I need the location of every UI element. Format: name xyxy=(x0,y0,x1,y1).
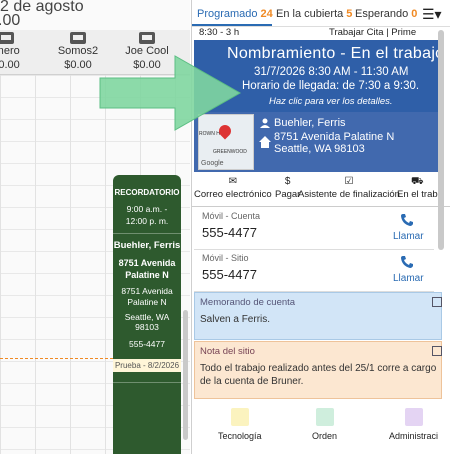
tab-on-deck[interactable]: En la cubierta 5 xyxy=(276,8,352,20)
appointment-street: 8751 Avenida Palatine N xyxy=(118,258,176,280)
tab-label: Programado xyxy=(197,8,258,20)
phone-icon[interactable] xyxy=(400,213,414,227)
on-the-job-button[interactable]: ⛟ En el trab xyxy=(397,176,438,202)
action-label: Asistente de finalización xyxy=(298,189,400,200)
tab-label: En la cubierta xyxy=(276,8,344,20)
bottom-note-tabs: Tecnología Orden Administraci xyxy=(192,405,450,454)
bottom-label: Tecnología xyxy=(218,431,262,441)
phone-label: Móvil - Sitio xyxy=(202,253,249,263)
email-button[interactable]: ✉ Correo electrónico xyxy=(194,176,272,202)
phone-icon[interactable] xyxy=(400,255,414,269)
appointment-phone: 555-4477 xyxy=(129,339,165,349)
phone-row-site: Móvil - Sitio 555-4477 Llamar xyxy=(194,249,434,292)
person-icon xyxy=(260,118,270,128)
phone-row-account: Móvil - Cuenta 555-4477 Llamar xyxy=(194,207,434,250)
action-bar: ✉ Correo electrónico $ Pagar ☑ Asistente de… xyxy=(192,174,450,207)
truck-icon: ⛟ xyxy=(411,176,424,187)
tab-scheduled[interactable]: Programado 24 xyxy=(197,8,273,20)
account-memo: Memorando de cuenta Salven a Ferris. xyxy=(194,292,442,340)
green-arrow-icon xyxy=(99,55,242,131)
appointment-card[interactable]: RECORDATORIO 9:00 a.m. - 12:00 p. m. Bue… xyxy=(113,175,181,454)
job-details-hint: Haz clic para ver los detalles. xyxy=(269,96,393,107)
action-label: Pagar xyxy=(275,189,301,200)
memo-heading: Memorando de cuenta xyxy=(200,297,296,308)
truck-amount: $0.00 xyxy=(0,59,20,71)
tab-label: Esperando xyxy=(355,8,409,20)
appointment-customer: Buehler, Ferris xyxy=(113,240,181,251)
calendar-scrollbar[interactable] xyxy=(183,310,188,440)
status-tabs: Programado 24 En la cubierta 5 Esperando 0 … xyxy=(192,0,450,27)
call-button[interactable]: Llamar xyxy=(393,231,424,242)
tab-waiting[interactable]: Esperando 0 xyxy=(355,8,417,20)
phone-number: 555-4477 xyxy=(202,267,257,282)
calendar-total-amount: .00 xyxy=(0,12,21,29)
tech-notes-button[interactable]: Tecnología xyxy=(218,408,262,441)
edit-icon[interactable] xyxy=(432,297,442,307)
appointment-label: RECORDATORIO xyxy=(114,188,180,197)
note-icon xyxy=(404,408,423,426)
bottom-label: Orden xyxy=(312,431,338,441)
customer-address-line1[interactable]: 8751 Avenida Palatine N xyxy=(274,131,394,143)
calendar-check-icon: ☑ xyxy=(344,176,354,187)
appointment-city: Seattle, WA 98103 xyxy=(124,312,170,332)
tab-count: 24 xyxy=(260,8,273,20)
truck-column-1[interactable]: imero $0.00 xyxy=(0,32,36,72)
home-icon xyxy=(259,136,271,148)
map-area-label: GREENWOOD xyxy=(213,149,247,155)
tab-count: 0 xyxy=(411,8,418,20)
panel-scrollbar[interactable] xyxy=(438,30,444,250)
site-note: Nota del sitio Todo el trabajo realizado… xyxy=(194,341,442,399)
truck-icon xyxy=(0,32,14,44)
job-title: Nombramiento - En el trabajo xyxy=(227,45,445,62)
admin-notes-button[interactable]: Administraci xyxy=(389,408,438,441)
action-label: En el trab xyxy=(397,189,438,200)
appointment-tag: Prueba - 8/2/2026 xyxy=(113,359,181,372)
memo-body: Salven a Ferris. xyxy=(200,314,271,325)
note-icon xyxy=(315,408,334,426)
pay-button[interactable]: $ Pagar xyxy=(275,176,300,202)
job-date: 31/7/2026 8:30 AM - 11:30 AM xyxy=(254,66,409,78)
customer-address-line2[interactable]: Seattle, WA 98103 xyxy=(274,143,365,155)
completion-wizard-button[interactable]: ☑ Asistente de finalización xyxy=(298,176,400,202)
appointment-time: 9:00 a.m. - 12:00 p. m. xyxy=(125,204,169,226)
dollar-icon: $ xyxy=(284,176,291,187)
action-label: Correo electrónico xyxy=(194,189,272,200)
note-icon xyxy=(230,408,249,426)
truck-icon xyxy=(139,32,155,44)
edit-icon[interactable] xyxy=(432,346,442,356)
appointment-divider-bottom xyxy=(113,382,181,383)
truck-icon xyxy=(70,32,86,44)
map-brand-label: Google xyxy=(201,160,224,167)
hamburger-menu-icon[interactable]: ☰▾ xyxy=(422,6,442,23)
appointment-street-small: 8751 Avenida Palatine N xyxy=(121,286,173,307)
bottom-label: Administraci xyxy=(389,431,439,441)
site-note-heading: Nota del sitio xyxy=(200,346,255,357)
call-button[interactable]: Llamar xyxy=(393,273,424,284)
appointment-duration: 8:30 - 3 h xyxy=(199,27,240,38)
truck-name: imero xyxy=(0,45,20,57)
customer-name[interactable]: Buehler, Ferris xyxy=(274,117,346,129)
job-arrival-window: Horario de llegada: de 7:30 a 9:30. xyxy=(242,80,420,92)
active-tab-indicator xyxy=(192,24,272,26)
tab-count: 5 xyxy=(346,8,353,20)
order-notes-button[interactable]: Orden xyxy=(312,408,337,441)
envelope-icon: ✉ xyxy=(228,176,237,187)
appointment-divider xyxy=(113,233,181,234)
phone-number: 555-4477 xyxy=(202,225,257,240)
appointment-subbar: 8:30 - 3 h Trabajar Cita | Prime xyxy=(192,27,450,39)
phone-label: Móvil - Cuenta xyxy=(202,211,261,221)
current-time-line xyxy=(0,358,113,359)
appointment-type: Trabajar Cita | Prime xyxy=(329,27,417,38)
site-note-body: Todo el trabajo realizado antes del 25/1… xyxy=(200,363,437,387)
